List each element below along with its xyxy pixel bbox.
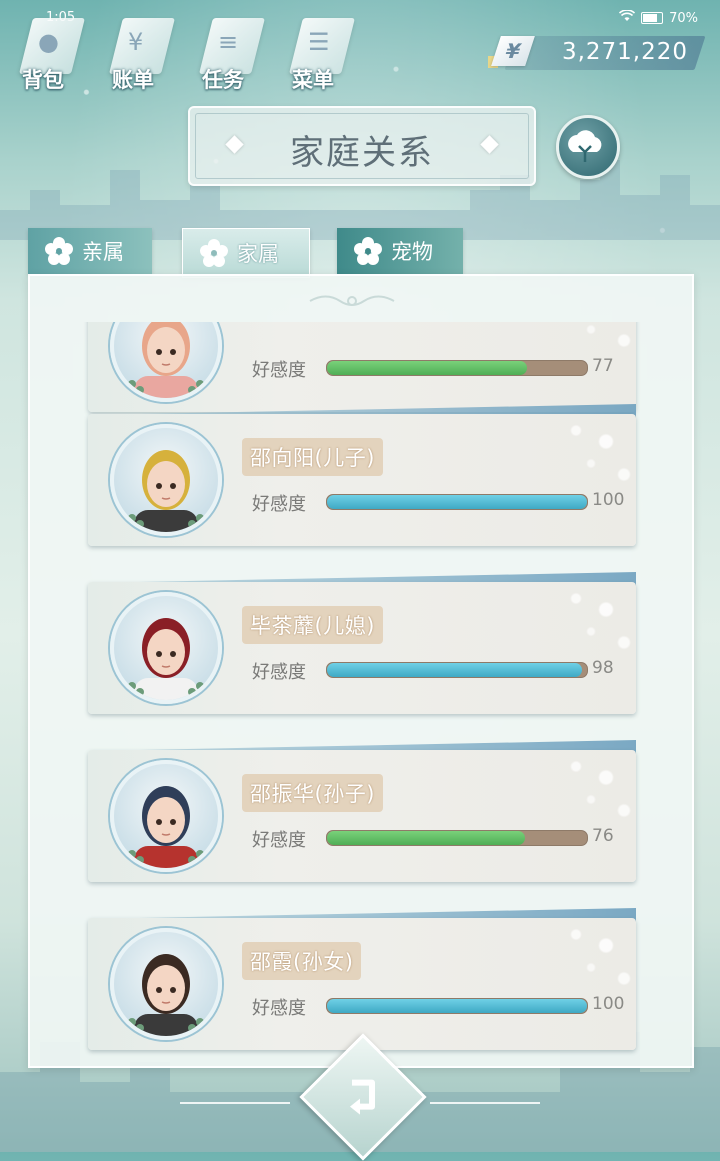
portrait-icon	[128, 618, 204, 700]
member-name: 毕茶蘼(儿媳)	[242, 606, 383, 644]
tab-label: 宠物	[391, 240, 433, 264]
tab-family[interactable]: 家属	[182, 228, 310, 278]
affection-label: 好感度	[252, 360, 306, 381]
member-card[interactable]: 毕茶蘼(儿媳) 好感度 98	[88, 572, 636, 714]
tab-label: 亲属	[82, 240, 124, 264]
affection-bar	[326, 998, 588, 1014]
avatar[interactable]	[110, 322, 222, 402]
avatar[interactable]	[110, 760, 222, 872]
family-tree-button[interactable]	[556, 115, 620, 179]
top-menu: ● 背包 ¥ 账单 ≡ 任务 ☰ 菜单	[18, 14, 355, 92]
card-front: 邵振华(孙子) 好感度 76	[88, 750, 636, 882]
wifi-icon	[619, 9, 636, 26]
card-front: 邵向阳(儿子) 好感度 100	[88, 414, 636, 546]
status-indicators: 70%	[619, 9, 698, 26]
menu-label-task: 任务	[202, 68, 244, 92]
member-name: 邵振华(孙子)	[242, 774, 383, 812]
affection-bar-fill	[327, 495, 587, 509]
card-front: 邵霞(孙女) 好感度 100	[88, 918, 636, 1050]
affection-bar	[326, 830, 588, 846]
menu-icon: ☰	[308, 28, 330, 56]
portrait-icon	[128, 954, 204, 1036]
bill-icon: ¥	[128, 28, 144, 56]
menu-label-bag: 背包	[22, 68, 64, 92]
affection-bar	[326, 662, 588, 678]
avatar[interactable]	[110, 592, 222, 704]
affection-bar	[326, 494, 588, 510]
member-name: 邵向阳(儿子)	[242, 438, 383, 476]
affection-value: 98	[592, 658, 614, 678]
page-title: 家庭关系	[290, 133, 434, 173]
member-card[interactable]: 邵向阳(儿子) 好感度 100	[88, 404, 636, 546]
menu-item-task[interactable]: ≡ 任务	[198, 14, 265, 92]
family-tree-icon	[568, 130, 602, 162]
affection-value: 100	[592, 490, 625, 510]
battery-icon	[641, 12, 664, 24]
battery-percent: 70%	[669, 10, 698, 26]
menu-label-menu: 菜单	[292, 68, 334, 92]
tab-relatives[interactable]: 亲属	[28, 228, 152, 274]
affection-value: 77	[592, 356, 614, 376]
card-front: 好感度 77	[88, 322, 636, 412]
flower-icon	[45, 237, 73, 265]
affection-bar-fill	[327, 831, 525, 845]
portrait-icon	[128, 322, 204, 398]
portrait-icon	[128, 786, 204, 868]
avatar[interactable]	[110, 928, 222, 1040]
scroll-ornament	[309, 295, 395, 306]
task-icon: ≡	[218, 28, 239, 56]
member-card[interactable]: 邵振华(孙子) 好感度 76	[88, 740, 636, 882]
title-banner: 家庭关系	[188, 106, 536, 186]
menu-item-bill[interactable]: ¥ 账单	[108, 14, 175, 92]
flower-icon	[354, 237, 382, 265]
affection-value: 76	[592, 826, 614, 846]
money-value: 3,271,220	[561, 39, 688, 65]
member-card[interactable]: 邵霞(孙女) 好感度 100	[88, 908, 636, 1050]
bag-icon: ●	[38, 28, 59, 56]
affection-bar	[326, 360, 588, 376]
affection-bar-fill	[327, 663, 582, 677]
divider-right	[430, 1102, 540, 1104]
affection-bar-fill	[327, 361, 528, 375]
affection-label: 好感度	[252, 998, 306, 1019]
menu-item-menu[interactable]: ☰ 菜单	[288, 14, 355, 92]
affection-label: 好感度	[252, 830, 306, 851]
portrait-icon	[128, 450, 204, 532]
member-name: 邵霞(孙女)	[242, 942, 362, 980]
money-display: ¥ 3,271,220	[488, 36, 706, 70]
affection-value: 100	[592, 994, 625, 1014]
card-front: 毕茶蘼(儿媳) 好感度 98	[88, 582, 636, 714]
divider-left	[180, 1102, 290, 1104]
member-card[interactable]: 好感度 77	[88, 322, 636, 412]
return-arrow-icon	[350, 1079, 375, 1115]
affection-label: 好感度	[252, 494, 306, 515]
tab-label: 家属	[237, 242, 279, 266]
avatar[interactable]	[110, 424, 222, 536]
affection-label: 好感度	[252, 662, 306, 683]
menu-item-bag[interactable]: ● 背包	[18, 14, 85, 92]
tab-pets[interactable]: 宠物	[337, 228, 463, 274]
flower-icon	[200, 239, 228, 267]
menu-label-bill: 账单	[112, 68, 154, 92]
member-list[interactable]: 好感度 77 邵向阳(儿子) 好感度 100 毕茶蘼(儿媳) 好感度 98 邵振…	[40, 322, 680, 1062]
affection-bar-fill	[327, 999, 587, 1013]
